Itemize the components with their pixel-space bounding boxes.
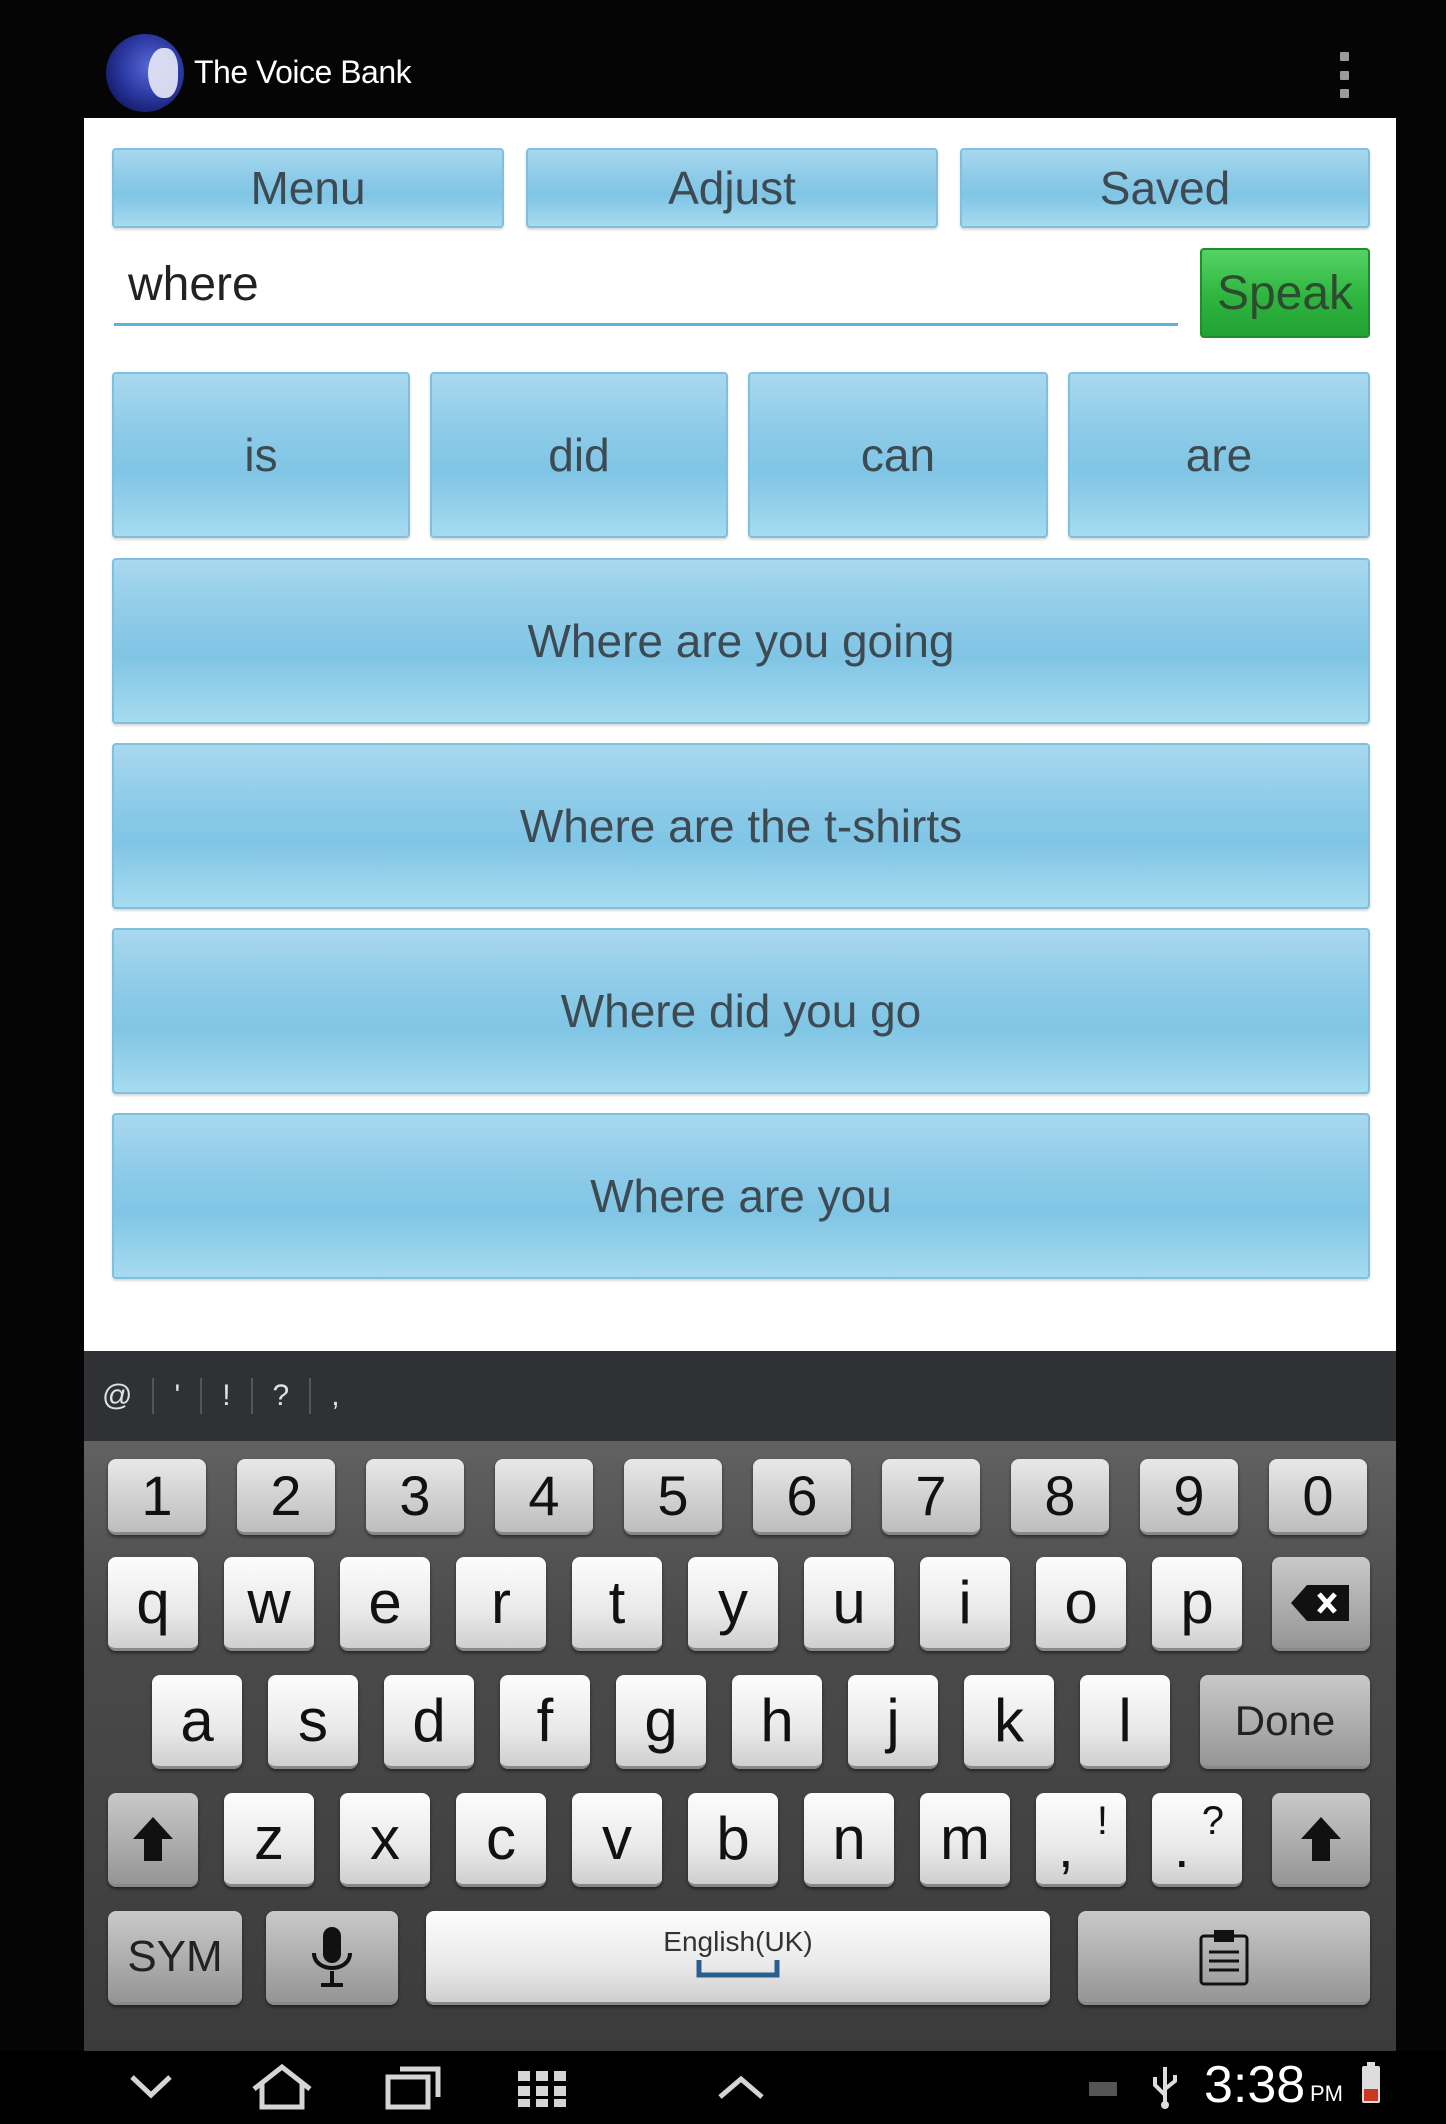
chevron-down-icon[interactable] (128, 2073, 174, 2101)
key-o[interactable]: o (1036, 1557, 1126, 1651)
key-3[interactable]: 3 (366, 1459, 464, 1535)
phrase-suggestion[interactable]: Where are you (112, 1113, 1370, 1279)
key-w[interactable]: w (224, 1557, 314, 1651)
comma-key-main: , (1058, 1816, 1074, 1879)
usb-icon (1153, 2067, 1177, 2109)
key-m[interactable]: m (920, 1793, 1010, 1887)
key-q[interactable]: q (108, 1557, 198, 1651)
key-e[interactable]: e (340, 1557, 430, 1651)
backspace-icon (1291, 1584, 1349, 1621)
status-clock: 3:38 (1204, 2056, 1306, 2114)
app-logo-icon (106, 34, 184, 112)
shift-key-right[interactable] (1272, 1793, 1370, 1887)
space-icon (696, 1959, 780, 1977)
key-g[interactable]: g (616, 1675, 706, 1769)
phrase-suggestion[interactable]: Where are you going (112, 558, 1370, 724)
key-i[interactable]: i (920, 1557, 1010, 1651)
key-p[interactable]: p (1152, 1557, 1242, 1651)
sym-key[interactable]: SYM (108, 1911, 242, 2005)
clipboard-icon (1199, 1929, 1249, 1985)
adjust-button[interactable]: Adjust (526, 148, 938, 228)
space-language-label: English(UK) (663, 1925, 813, 1957)
app-grid-icon[interactable] (516, 2069, 568, 2109)
key-k[interactable]: k (964, 1675, 1054, 1769)
key-a[interactable]: a (152, 1675, 242, 1769)
saved-button[interactable]: Saved (960, 148, 1370, 228)
key-x[interactable]: x (340, 1793, 430, 1887)
phrase-suggestion[interactable]: Where are the t-shirts (112, 743, 1370, 909)
key-0[interactable]: 0 (1269, 1459, 1367, 1535)
period-key[interactable]: ? . (1152, 1793, 1242, 1887)
shift-key-left[interactable] (108, 1793, 198, 1887)
comma-key[interactable]: ! , (1036, 1793, 1126, 1887)
symbol-key[interactable]: ? (273, 1379, 290, 1413)
key-9[interactable]: 9 (1140, 1459, 1238, 1535)
word-suggestion-is[interactable]: is (112, 372, 410, 538)
key-f[interactable]: f (500, 1675, 590, 1769)
symbol-key[interactable]: ! (222, 1379, 230, 1413)
key-r[interactable]: r (456, 1557, 546, 1651)
key-5[interactable]: 5 (624, 1459, 722, 1535)
battery-icon (1362, 2062, 1380, 2103)
word-suggestion-are[interactable]: are (1068, 372, 1370, 538)
separator (152, 1378, 155, 1414)
symbol-key[interactable]: , (331, 1379, 339, 1413)
comma-key-alt: ! (1096, 1799, 1108, 1843)
home-icon[interactable] (248, 2063, 316, 2113)
key-y[interactable]: y (688, 1557, 778, 1651)
app-title: The Voice Bank (194, 54, 412, 90)
backspace-key[interactable] (1272, 1557, 1370, 1651)
done-key[interactable]: Done (1200, 1675, 1370, 1769)
phrase-suggestion[interactable]: Where did you go (112, 928, 1370, 1094)
key-6[interactable]: 6 (753, 1459, 851, 1535)
key-l[interactable]: l (1080, 1675, 1170, 1769)
system-navigation-bar: 3:38 PM (0, 2051, 1446, 2124)
symbol-key[interactable]: ' (174, 1379, 180, 1413)
key-t[interactable]: t (572, 1557, 662, 1651)
key-v[interactable]: v (572, 1793, 662, 1887)
key-1[interactable]: 1 (108, 1459, 206, 1535)
microphone-icon (312, 1926, 352, 1987)
main-content: Menu Adjust Saved Speak is did can are W… (84, 118, 1396, 1351)
symbol-bar: @ ' ! ? , (84, 1351, 1396, 1441)
word-suggestion-did[interactable]: did (430, 372, 728, 538)
key-u[interactable]: u (804, 1557, 894, 1651)
voice-input-key[interactable] (266, 1911, 398, 2005)
key-7[interactable]: 7 (882, 1459, 980, 1535)
text-input[interactable] (114, 246, 1178, 326)
overflow-menu-icon[interactable] (1334, 52, 1354, 98)
key-s[interactable]: s (268, 1675, 358, 1769)
key-8[interactable]: 8 (1011, 1459, 1109, 1535)
key-4[interactable]: 4 (495, 1459, 593, 1535)
keyboard-indicator-icon (1089, 2082, 1117, 2096)
separator (200, 1378, 203, 1414)
period-key-main: . (1174, 1816, 1190, 1879)
word-suggestion-can[interactable]: can (748, 372, 1048, 538)
clipboard-key[interactable] (1078, 1911, 1370, 2005)
recent-apps-icon[interactable] (384, 2063, 444, 2111)
shift-icon (1301, 1816, 1341, 1861)
action-bar: The Voice Bank (84, 0, 1396, 118)
key-b[interactable]: b (688, 1793, 778, 1887)
key-2[interactable]: 2 (237, 1459, 335, 1535)
screen: The Voice Bank Menu Adjust Saved Speak i… (0, 0, 1446, 2124)
separator (250, 1378, 253, 1414)
key-n[interactable]: n (804, 1793, 894, 1887)
key-d[interactable]: d (384, 1675, 474, 1769)
space-key[interactable]: English(UK) (426, 1911, 1050, 2005)
key-h[interactable]: h (732, 1675, 822, 1769)
key-z[interactable]: z (224, 1793, 314, 1887)
symbol-key[interactable]: @ (102, 1379, 132, 1413)
separator (309, 1378, 312, 1414)
key-j[interactable]: j (848, 1675, 938, 1769)
shift-icon (133, 1816, 173, 1861)
menu-button[interactable]: Menu (112, 148, 504, 228)
chevron-up-icon[interactable] (716, 2075, 766, 2101)
on-screen-keyboard: @ ' ! ? , 1 2 3 4 5 6 7 8 9 0 q w e r t … (84, 1351, 1396, 2051)
status-ampm: PM (1310, 2081, 1343, 2106)
period-key-alt: ? (1201, 1799, 1224, 1843)
speak-button[interactable]: Speak (1200, 248, 1370, 338)
key-c[interactable]: c (456, 1793, 546, 1887)
